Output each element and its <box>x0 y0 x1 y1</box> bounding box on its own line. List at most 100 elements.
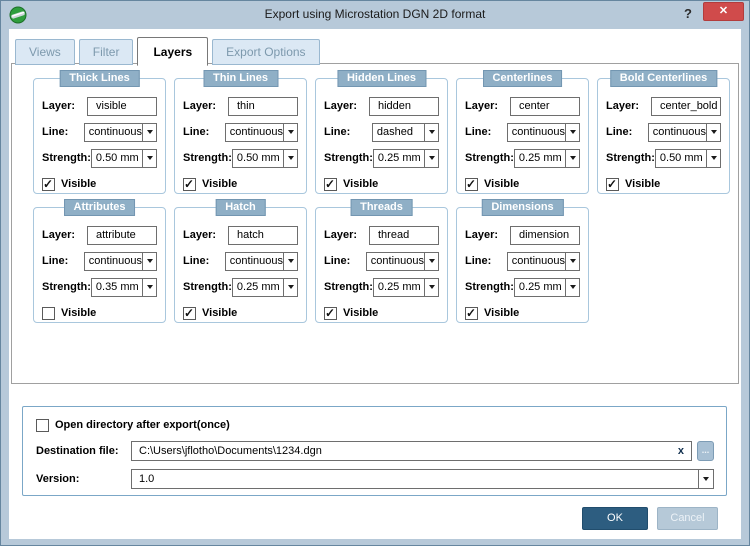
chevron-down-icon[interactable] <box>706 150 720 167</box>
open-directory-checkbox[interactable] <box>36 419 49 432</box>
chevron-down-icon[interactable] <box>698 470 713 488</box>
help-icon[interactable]: ? <box>679 5 697 23</box>
strength-select[interactable]: 0.35 mm <box>91 278 157 297</box>
line-label: Line: <box>465 126 507 138</box>
chevron-down-icon[interactable] <box>142 124 156 141</box>
group-title: Thick Lines <box>59 70 140 87</box>
tab-views[interactable]: Views <box>15 39 75 65</box>
close-icon[interactable]: ✕ <box>703 2 744 21</box>
layer-input[interactable] <box>369 226 439 245</box>
line-select[interactable]: dashed <box>372 123 439 142</box>
title-bar[interactable]: Export using Microstation DGN 2D format … <box>1 1 749 29</box>
visible-checkbox[interactable] <box>606 178 619 191</box>
visible-checkbox[interactable] <box>183 178 196 191</box>
chevron-down-icon[interactable] <box>565 124 579 141</box>
strength-select[interactable]: 0.25 mm <box>514 278 580 297</box>
layer-input[interactable] <box>510 97 580 116</box>
visible-label: Visible <box>202 307 237 319</box>
strength-label: Strength: <box>465 152 514 164</box>
chevron-down-icon[interactable] <box>424 124 438 141</box>
chevron-down-icon[interactable] <box>424 279 438 296</box>
visible-checkbox[interactable] <box>324 307 337 320</box>
cancel-button[interactable]: Cancel <box>657 507 718 530</box>
line-select[interactable]: continuous <box>84 123 157 142</box>
layer-label: Layer: <box>183 229 228 241</box>
chevron-down-icon[interactable] <box>283 253 297 270</box>
layer-label: Layer: <box>324 100 369 112</box>
layer-input[interactable] <box>510 226 580 245</box>
line-select[interactable]: continuous <box>648 123 721 142</box>
chevron-down-icon[interactable] <box>283 279 297 296</box>
group-title: Centerlines <box>483 70 563 87</box>
layer-input[interactable] <box>228 97 298 116</box>
chevron-down-icon[interactable] <box>565 150 579 167</box>
strength-select[interactable]: 0.25 mm <box>373 149 439 168</box>
chevron-down-icon[interactable] <box>283 150 297 167</box>
chevron-down-icon[interactable] <box>142 150 156 167</box>
line-select[interactable]: continuous <box>84 252 157 271</box>
open-directory-label: Open directory after export(once) <box>55 419 230 431</box>
chevron-down-icon[interactable] <box>283 124 297 141</box>
chevron-down-icon[interactable] <box>706 124 720 141</box>
layer-label: Layer: <box>42 100 87 112</box>
destination-file-label: Destination file: <box>36 445 131 457</box>
tab-layers[interactable]: Layers <box>137 37 208 66</box>
chevron-down-icon[interactable] <box>565 253 579 270</box>
app-icon <box>9 6 27 24</box>
visible-checkbox[interactable] <box>465 307 478 320</box>
tab-export-options[interactable]: Export Options <box>212 39 319 65</box>
strength-select[interactable]: 0.25 mm <box>514 149 580 168</box>
layer-input[interactable] <box>87 97 157 116</box>
browse-button[interactable]: ... <box>697 441 714 461</box>
strength-label: Strength: <box>606 152 655 164</box>
destination-file-input[interactable] <box>132 443 678 459</box>
visible-checkbox[interactable] <box>465 178 478 191</box>
group-title: Threads <box>350 199 413 216</box>
strength-select[interactable]: 0.25 mm <box>373 278 439 297</box>
visible-checkbox[interactable] <box>324 178 337 191</box>
layer-label: Layer: <box>465 100 510 112</box>
line-select[interactable]: continuous <box>225 123 298 142</box>
line-label: Line: <box>42 126 84 138</box>
window-title: Export using Microstation DGN 2D format <box>1 1 749 28</box>
group-title: Attributes <box>64 199 136 216</box>
chevron-down-icon[interactable] <box>424 253 438 270</box>
line-select[interactable]: continuous <box>507 123 580 142</box>
group-title: Hidden Lines <box>337 70 426 87</box>
layer-input[interactable] <box>87 226 157 245</box>
group-dimensions: Dimensions Layer: Line: continuous Stren… <box>456 207 589 323</box>
chevron-down-icon[interactable] <box>565 279 579 296</box>
chevron-down-icon[interactable] <box>424 150 438 167</box>
group-title: Thin Lines <box>203 70 278 87</box>
tab-filter[interactable]: Filter <box>79 39 134 65</box>
clear-input-icon[interactable]: x <box>678 445 684 457</box>
layer-input[interactable] <box>369 97 439 116</box>
destination-file-field[interactable]: x <box>131 441 692 461</box>
ok-button[interactable]: OK <box>582 507 648 530</box>
chevron-down-icon[interactable] <box>142 253 156 270</box>
chevron-down-icon[interactable] <box>142 279 156 296</box>
layer-input[interactable] <box>651 97 721 116</box>
version-select[interactable]: 1.0 <box>131 469 714 489</box>
visible-checkbox[interactable] <box>42 307 55 320</box>
strength-select[interactable]: 0.25 mm <box>232 278 298 297</box>
line-label: Line: <box>324 126 372 138</box>
group-bold-centerlines: Bold Centerlines Layer: Line: continuous… <box>597 78 730 194</box>
strength-label: Strength: <box>42 281 91 293</box>
line-select[interactable]: continuous <box>366 252 439 271</box>
visible-checkbox[interactable] <box>42 178 55 191</box>
strength-select[interactable]: 0.50 mm <box>91 149 157 168</box>
strength-label: Strength: <box>183 152 232 164</box>
strength-select[interactable]: 0.50 mm <box>232 149 298 168</box>
group-threads: Threads Layer: Line: continuous Strength… <box>315 207 448 323</box>
group-thin-lines: Thin Lines Layer: Line: continuous Stren… <box>174 78 307 194</box>
line-select[interactable]: continuous <box>225 252 298 271</box>
group-centerlines: Centerlines Layer: Line: continuous Stre… <box>456 78 589 194</box>
visible-label: Visible <box>343 178 378 190</box>
visible-checkbox[interactable] <box>183 307 196 320</box>
line-select[interactable]: continuous <box>507 252 580 271</box>
layer-input[interactable] <box>228 226 298 245</box>
group-attributes: Attributes Layer: Line: continuous Stren… <box>33 207 166 323</box>
strength-select[interactable]: 0.50 mm <box>655 149 721 168</box>
line-label: Line: <box>42 255 84 267</box>
